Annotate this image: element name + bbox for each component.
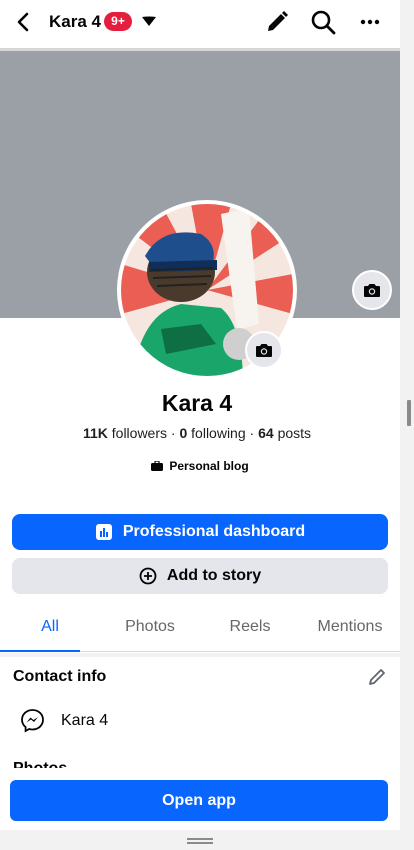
contact-messenger-name: Kara 4 [61,711,109,729]
profile-stats: 11K followers · 0 following · 64 posts [0,425,394,441]
top-bar: Kara 4 9+ [0,0,402,46]
section-separator [0,653,400,657]
posts-count: 64 [258,425,274,441]
plus-circle-icon [139,567,157,585]
following-label[interactable]: following [191,425,245,441]
more-icon[interactable] [357,9,383,35]
dashboard-label: Professional dashboard [122,523,306,540]
edit-cover-button[interactable] [352,270,392,310]
profile-name: Kara 4 [161,390,233,416]
resize-handle-vertical[interactable] [407,400,411,426]
back-arrow-icon[interactable] [12,10,36,34]
add-to-story-button[interactable]: Add to story [12,558,388,594]
camera-icon [364,284,380,297]
messenger-icon [21,709,44,733]
add-to-story-label: Add to story [166,567,262,584]
page-title[interactable]: Kara 4 [49,12,101,32]
resize-handle-horizontal[interactable] [187,838,213,844]
tab-all[interactable]: All [0,604,100,652]
contact-messenger-row[interactable]: Kara 4 [20,708,108,733]
tab-photos[interactable]: Photos [100,604,200,651]
briefcase-icon [151,461,164,471]
posts-label: posts [277,425,312,441]
followers-count[interactable]: 11K [83,425,108,441]
tab-reels[interactable]: Reels [200,604,300,651]
open-app-button[interactable]: Open app [10,780,388,821]
edit-pencil-icon[interactable] [366,666,388,688]
edit-profile-picture-button[interactable] [245,331,283,369]
profile-category: Personal blog [0,459,400,473]
stats-separator: · [249,425,255,441]
category-label: Personal blog [169,459,249,473]
search-icon[interactable] [310,9,336,35]
following-count[interactable]: 0 [179,425,187,441]
tab-mentions[interactable]: Mentions [300,604,400,651]
followers-label[interactable]: followers [112,425,167,441]
stats-separator: · [170,425,176,441]
notification-badge: 9+ [104,12,132,31]
camera-icon [256,344,272,357]
dashboard-icon [95,524,112,540]
pencil-icon[interactable] [264,9,290,35]
contact-info-title: Contact info [13,668,107,685]
caret-down-icon[interactable] [141,13,157,29]
professional-dashboard-button[interactable]: Professional dashboard [12,514,388,550]
profile-tabs: All Photos Reels Mentions [0,604,400,652]
